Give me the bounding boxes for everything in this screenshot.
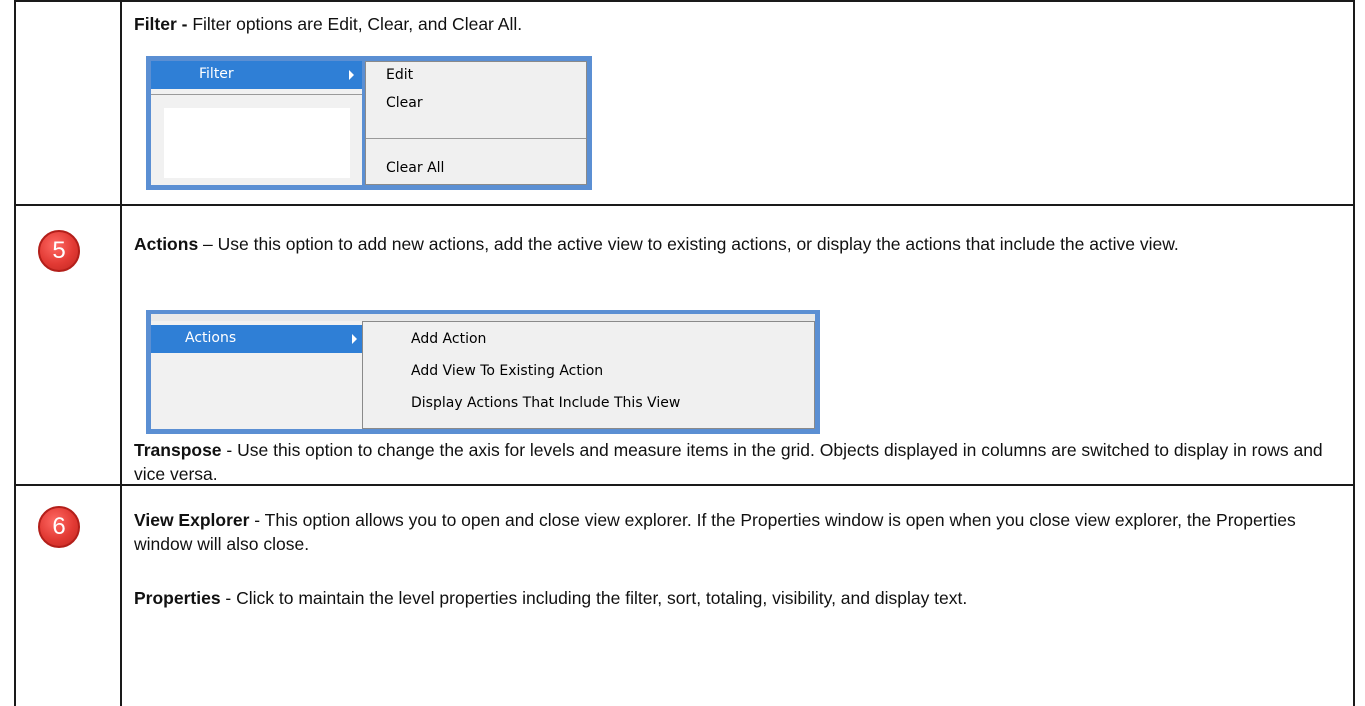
menu-item-actions[interactable]: Actions bbox=[151, 325, 365, 353]
actions-text: – Use this option to add new actions, ad… bbox=[198, 234, 1179, 254]
submenu-item-edit[interactable]: Edit bbox=[386, 67, 413, 83]
filter-menu-screenshot: Filter Edit Clear Clear All bbox=[146, 56, 592, 190]
properties-heading: Properties bbox=[134, 588, 221, 608]
submenu-arrow-icon bbox=[352, 334, 357, 344]
submenu-item-clear-all[interactable]: Clear All bbox=[386, 160, 444, 176]
submenu-item-clear[interactable]: Clear bbox=[386, 95, 423, 111]
menu-separator bbox=[151, 94, 362, 95]
step-6-badge: 6 bbox=[38, 506, 80, 548]
filter-description: Filter - Filter options are Edit, Clear,… bbox=[134, 12, 1343, 36]
menu-item-filter[interactable]: Filter bbox=[151, 61, 362, 89]
filter-heading: Filter - bbox=[134, 14, 188, 34]
properties-description: Properties - Click to maintain the level… bbox=[134, 586, 1343, 610]
properties-text: - Click to maintain the level properties… bbox=[220, 588, 968, 608]
actions-menu-screenshot: Actions Add Action Add View To Existing … bbox=[146, 310, 820, 434]
submenu-item-add-action[interactable]: Add Action bbox=[411, 331, 486, 347]
document-table: Filter - Filter options are Edit, Clear,… bbox=[14, 0, 1355, 706]
submenu-separator bbox=[366, 138, 586, 139]
menu-top-strip bbox=[151, 314, 815, 321]
transpose-text: - Use this option to change the axis for… bbox=[134, 440, 1323, 484]
transpose-heading: Transpose bbox=[134, 440, 222, 460]
view-explorer-description: View Explorer - This option allows you t… bbox=[134, 508, 1343, 556]
actions-row: 5 Actions – Use this option to add new a… bbox=[14, 206, 1355, 486]
actions-description: Actions – Use this option to add new act… bbox=[134, 232, 1343, 256]
submenu-item-display-actions[interactable]: Display Actions That Include This View bbox=[411, 395, 680, 411]
step-5-badge: 5 bbox=[38, 230, 80, 272]
filter-text: Filter options are Edit, Clear, and Clea… bbox=[187, 14, 523, 34]
submenu-arrow-icon bbox=[349, 70, 354, 80]
transpose-description: Transpose - Use this option to change th… bbox=[134, 438, 1343, 486]
actions-submenu: Add Action Add View To Existing Action D… bbox=[362, 321, 815, 429]
submenu-item-add-view-to-existing-action[interactable]: Add View To Existing Action bbox=[411, 363, 603, 379]
number-cell bbox=[16, 2, 122, 204]
view-explorer-heading: View Explorer bbox=[134, 510, 250, 530]
menu-item-filter-label: Filter bbox=[199, 66, 234, 82]
view-explorer-row: 6 View Explorer - This option allows you… bbox=[14, 486, 1355, 706]
filter-row: Filter - Filter options are Edit, Clear,… bbox=[14, 0, 1355, 206]
view-explorer-text: - This option allows you to open and clo… bbox=[134, 510, 1296, 554]
actions-heading: Actions bbox=[134, 234, 199, 254]
filter-submenu: Edit Clear Clear All bbox=[365, 61, 587, 185]
number-cell: 5 bbox=[16, 206, 122, 484]
number-cell: 6 bbox=[16, 486, 122, 706]
menu-blank-area bbox=[164, 108, 350, 178]
menu-item-actions-label: Actions bbox=[185, 330, 237, 346]
